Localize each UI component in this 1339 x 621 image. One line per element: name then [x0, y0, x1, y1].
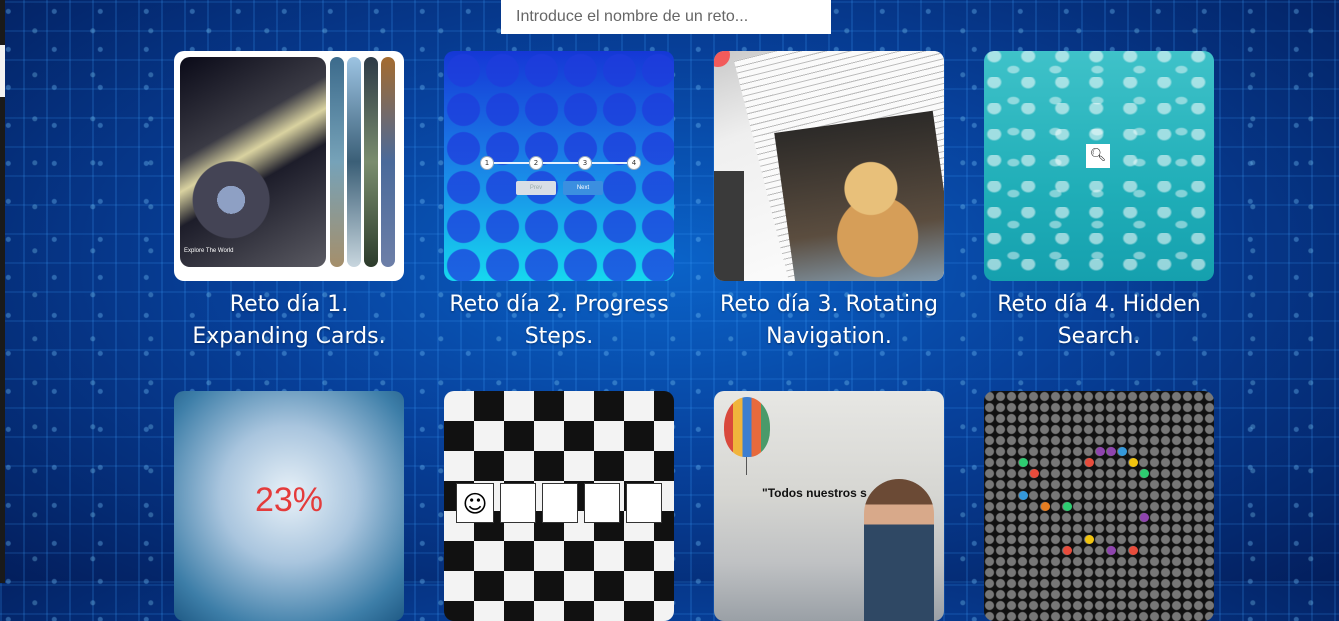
step-circle: 2: [529, 156, 543, 170]
thumb-caption: Explore The World: [184, 248, 234, 254]
empty-box: [584, 483, 620, 523]
challenge-card-2[interactable]: 1 2 3 4 Prev Next Reto día 2. Progress S…: [444, 51, 674, 353]
expanding-panel-main: [180, 57, 326, 267]
expanding-panel: [381, 57, 395, 267]
card-title[interactable]: Reto día 2. Progress Steps.: [444, 289, 674, 353]
menu-circle: [714, 51, 730, 67]
color-dot: [1096, 447, 1105, 456]
card-title[interactable]: Reto día 3. Rotating Navigation.: [714, 289, 944, 353]
window-edge: [0, 0, 5, 583]
challenge-card-6[interactable]: ☺: [444, 391, 674, 621]
color-dot: [1140, 513, 1149, 522]
card-thumbnail[interactable]: "Todos nuestros s: [714, 391, 944, 621]
challenge-card-5[interactable]: 23%: [174, 391, 404, 621]
color-dot: [1085, 458, 1094, 467]
challenge-card-4[interactable]: 🔍︎ Reto día 4. Hidden Search.: [984, 51, 1214, 353]
typing-quote: "Todos nuestros s: [762, 486, 867, 500]
empty-box: [542, 483, 578, 523]
challenge-card-7[interactable]: "Todos nuestros s: [714, 391, 944, 621]
challenge-card-8[interactable]: [984, 391, 1214, 621]
search-input[interactable]: [501, 0, 831, 34]
empty-box: [626, 483, 662, 523]
hot-air-balloon: [724, 397, 770, 457]
card-thumbnail[interactable]: 🔍︎: [984, 51, 1214, 281]
expanding-panel: [330, 57, 344, 267]
color-dot: [1118, 447, 1127, 456]
card-thumbnail[interactable]: Explore The World: [174, 51, 404, 281]
search-icon: 🔍︎: [1086, 144, 1110, 168]
loading-percent: 23%: [254, 481, 324, 519]
color-dot: [1107, 546, 1116, 555]
puppy-photo: [774, 110, 944, 281]
empty-box: [500, 483, 536, 523]
smiley-face-icon: ☺: [456, 483, 494, 523]
expanding-panel: [364, 57, 378, 267]
color-dot: [1063, 502, 1072, 511]
color-dot: [1140, 469, 1149, 478]
nav-sidebar: [714, 171, 744, 281]
color-dot: [1063, 546, 1072, 555]
card-thumbnail[interactable]: ☺: [444, 391, 674, 621]
next-button: Next: [563, 181, 603, 195]
step-circle: 4: [627, 156, 641, 170]
card-title[interactable]: Reto día 4. Hidden Search.: [984, 289, 1214, 353]
card-title[interactable]: Reto día 1. Expanding Cards.: [174, 289, 404, 353]
color-dot: [1129, 458, 1138, 467]
color-dot: [1085, 535, 1094, 544]
step-circle: 3: [578, 156, 592, 170]
challenge-card-3[interactable]: Reto día 3. Rotating Navigation.: [714, 51, 944, 353]
step-circle: 1: [480, 156, 494, 170]
card-thumbnail[interactable]: 23%: [174, 391, 404, 621]
expanding-panel: [347, 57, 361, 267]
progress-line: [489, 162, 635, 164]
challenge-card-1[interactable]: Explore The World Reto día 1. Expanding …: [174, 51, 404, 353]
balloon-rope: [746, 457, 747, 475]
color-dot: [1129, 546, 1138, 555]
color-dot: [1019, 491, 1028, 500]
color-dot: [1041, 502, 1050, 511]
color-dot: [1030, 469, 1039, 478]
person-with-laptop: [864, 479, 934, 621]
card-thumbnail[interactable]: [714, 51, 944, 281]
color-dot: [1107, 447, 1116, 456]
card-thumbnail[interactable]: [984, 391, 1214, 621]
card-thumbnail[interactable]: 1 2 3 4 Prev Next: [444, 51, 674, 281]
prev-button: Prev: [516, 181, 556, 195]
color-dot: [1019, 458, 1028, 467]
